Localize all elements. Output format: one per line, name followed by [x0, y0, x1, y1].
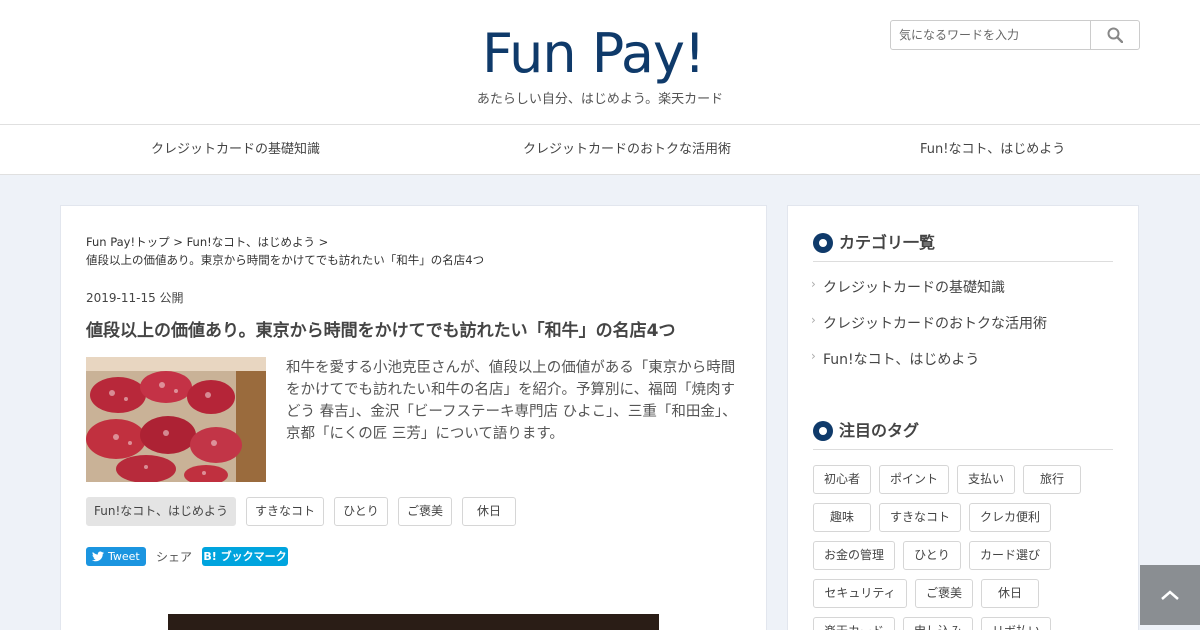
logo-text: Fun Pay! — [482, 22, 705, 84]
category-label: クレジットカードのおトクな活用術 — [823, 316, 1047, 332]
sidebar-tag[interactable]: 初心者 — [813, 465, 871, 494]
tag-item[interactable]: ご褒美 — [398, 497, 452, 526]
hatena-bookmark-button[interactable]: B! ブックマーク — [202, 547, 288, 566]
category-label: Fun!なコト、はじめよう — [823, 352, 980, 368]
site-tagline: あたらしい自分、はじめよう。楽天カード — [476, 92, 724, 107]
search-form — [890, 20, 1140, 50]
sidebar-tag[interactable]: カード選び — [969, 541, 1051, 570]
article-excerpt: 和牛を愛する小池克臣さんが、値段以上の価値がある「東京から時間をかけてでも訪れた… — [286, 360, 737, 442]
tweet-label: Tweet — [108, 550, 140, 563]
breadcrumb-separator: > — [169, 235, 187, 249]
bullet-icon — [813, 421, 833, 441]
nav-item-credit-basics[interactable]: クレジットカードの基礎知識 — [151, 125, 320, 174]
logo-wordmark: Fun Pay! — [482, 22, 706, 85]
tag-item[interactable]: ひとり — [334, 497, 388, 526]
chevron-right-icon: › — [811, 313, 816, 327]
sidebar-tag[interactable]: 支払い — [957, 465, 1015, 494]
breadcrumb-home[interactable]: Fun Pay!トップ — [86, 235, 170, 249]
sidebar-tag[interactable]: 申し込み — [903, 617, 973, 630]
tag-item[interactable]: すきなコト — [246, 497, 324, 526]
global-nav: クレジットカードの基礎知識 クレジットカードのおトクな活用術 Fun!なコト、は… — [0, 124, 1200, 175]
category-link-basics[interactable]: › クレジットカードの基礎知識 — [811, 277, 1005, 297]
post-title[interactable]: 値段以上の価値あり。東京から時間をかけてでも訪れたい「和牛」の名店4つ — [86, 316, 746, 341]
site-header: Fun Pay! あたらしい自分、はじめよう。楽天カード — [0, 0, 1200, 124]
nav-item-credit-tips[interactable]: クレジットカードのおトクな活用術 — [523, 125, 731, 174]
twitter-icon — [92, 551, 104, 562]
search-button[interactable] — [1091, 21, 1139, 49]
sidebar-tag[interactable]: 楽天カード — [813, 617, 895, 630]
widget-title-tags: 注目のタグ — [813, 420, 1113, 450]
widget-title-categories: カテゴリ一覧 — [813, 232, 1113, 262]
category-label: クレジットカードの基礎知識 — [823, 280, 1005, 296]
chevron-up-icon — [1161, 590, 1179, 600]
sidebar-tag[interactable]: ひとり — [903, 541, 961, 570]
sidebar-tag[interactable]: 趣味 — [813, 503, 871, 532]
sidebar: カテゴリ一覧 › クレジットカードの基礎知識 › クレジットカードのおトクな活用術 … — [787, 205, 1139, 630]
breadcrumb-current: 値段以上の価値あり。東京から時間をかけてでも訪れたい「和牛」の名店4つ — [86, 253, 485, 267]
article-card: Fun Pay!トップ > Fun!なコト、はじめよう > 値段以上の価値あり。… — [60, 205, 767, 630]
sidebar-tag[interactable]: 旅行 — [1023, 465, 1081, 494]
tag-category[interactable]: Fun!なコト、はじめよう — [86, 497, 236, 526]
widget-title-text: カテゴリ一覧 — [839, 233, 936, 252]
sidebar-tag[interactable]: ポイント — [879, 465, 949, 494]
breadcrumb: Fun Pay!トップ > Fun!なコト、はじめよう > 値段以上の価値あり。… — [86, 233, 746, 269]
share-label: シェア — [156, 550, 193, 564]
bullet-icon — [813, 233, 833, 253]
site-logo[interactable]: Fun Pay! — [480, 14, 720, 85]
search-icon — [1107, 27, 1123, 43]
sidebar-tag[interactable]: セキュリティ — [813, 579, 907, 608]
breadcrumb-separator: > — [315, 235, 329, 249]
chevron-right-icon: › — [811, 349, 816, 363]
chevron-right-icon: › — [811, 277, 816, 291]
sidebar-tag[interactable]: お金の管理 — [813, 541, 895, 570]
share-buttons: Tweet シェア B! ブックマーク — [86, 547, 386, 567]
tag-item[interactable]: 休日 — [462, 497, 516, 526]
sidebar-tag[interactable]: クレカ便利 — [969, 503, 1051, 532]
article-hero-image — [168, 614, 659, 630]
wagyu-image — [86, 357, 266, 482]
search-input[interactable] — [891, 21, 1091, 49]
category-link-tips[interactable]: › クレジットカードのおトクな活用術 — [811, 313, 1047, 333]
sidebar-tag[interactable]: ご褒美 — [915, 579, 973, 608]
tweet-button[interactable]: Tweet — [86, 547, 146, 566]
sidebar-tag[interactable]: リボ払い — [981, 617, 1051, 630]
widget-title-text: 注目のタグ — [839, 421, 920, 440]
nav-item-fun[interactable]: Fun!なコト、はじめよう — [920, 125, 1065, 174]
article-thumbnail[interactable] — [86, 357, 266, 482]
sidebar-tag[interactable]: すきなコト — [879, 503, 961, 532]
post-date: 2019-11-15 公開 — [86, 291, 184, 305]
back-to-top-button[interactable] — [1140, 565, 1200, 625]
sidebar-tag[interactable]: 休日 — [981, 579, 1039, 608]
breadcrumb-category[interactable]: Fun!なコト、はじめよう — [187, 235, 315, 249]
category-link-fun[interactable]: › Fun!なコト、はじめよう — [811, 349, 980, 369]
